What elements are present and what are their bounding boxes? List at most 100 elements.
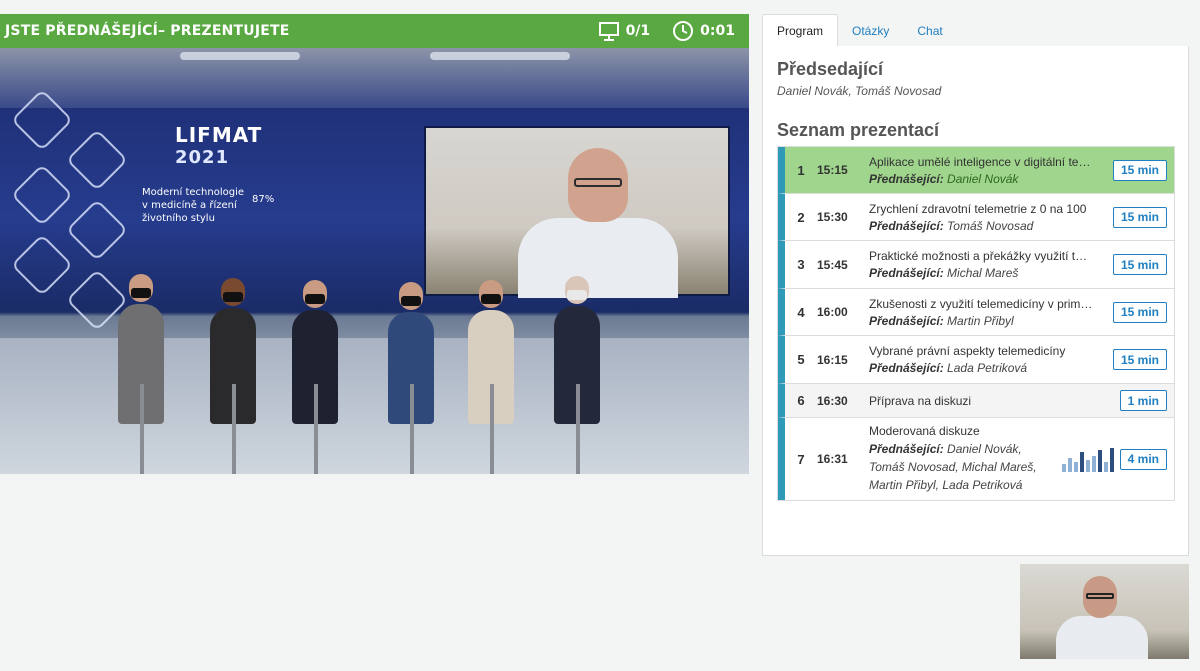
self-shirt <box>1056 616 1148 659</box>
stage-percent: 87% <box>252 194 275 205</box>
speaker-glasses <box>574 178 622 187</box>
presentation-speakers: Přednášející: Martin Přibyl <box>869 314 1105 328</box>
elapsed-time-value: 0:01 <box>700 23 735 39</box>
presentation-speakers: Přednášející: Daniel Novák, Tomáš Novosa… <box>869 440 1049 494</box>
presentation-speakers: Přednášející: Tomáš Novosad <box>869 219 1105 233</box>
speaker-names: Daniel Novák <box>947 171 1019 186</box>
presentation-title: Aplikace umělé inteligence v digitální t… <box>869 154 1093 169</box>
presentation-row[interactable]: 3 15:45 Praktické možnosti a překážky vy… <box>778 241 1174 289</box>
presentation-number: 6 <box>797 393 805 408</box>
speaker-names: Lada Petriková <box>947 361 1028 375</box>
presentation-row[interactable]: 5 16:15 Vybrané právní aspekty telemedic… <box>778 336 1174 384</box>
speaker-label: Přednášející: <box>869 361 944 375</box>
presentation-row[interactable]: 4 16:00 Zkušenosti z využití telemedicín… <box>778 289 1174 336</box>
presentation-info: Příprava na diskuzi <box>869 389 1112 413</box>
elapsed-timer: 0:01 <box>672 20 735 42</box>
presentation-title: Zkušenosti z využití telemedicíny v prim… <box>869 296 1093 311</box>
self-glasses <box>1086 593 1114 599</box>
presentation-title: Moderovaná diskuze <box>869 424 980 438</box>
presentation-time: 16:31 <box>817 452 848 466</box>
presentation-time: 16:15 <box>817 352 848 367</box>
presentations-heading: Seznam prezentací <box>777 120 940 140</box>
presentation-info: Vybrané právní aspekty telemedicíny Před… <box>869 339 1105 380</box>
presentation-speakers: Přednášející: Daniel Novák <box>869 172 1105 186</box>
molecule-hex-icon <box>65 198 129 262</box>
microscope-hex-icon <box>10 163 74 227</box>
presentation-time: 15:45 <box>817 257 848 272</box>
remote-speaker-screen <box>424 126 730 298</box>
presentation-info: Aplikace umělé inteligence v digitální t… <box>869 150 1105 191</box>
presentation-title: Zrychlení zdravotní telemetrie z 0 na 10… <box>869 201 1087 216</box>
presentation-list: 1 15:15 Aplikace umělé inteligence v dig… <box>777 146 1175 501</box>
presentation-number: 3 <box>797 257 805 272</box>
duration-badge: 1 min <box>1119 390 1167 411</box>
studio-ceiling <box>0 48 749 108</box>
presentation-row[interactable]: 6 16:30 Příprava na diskuzi 1 min <box>778 384 1174 418</box>
slide-counter-value: 0/1 <box>625 23 651 39</box>
presentation-title: Vybrané právní aspekty telemedicíny <box>869 344 1066 358</box>
tab-program[interactable]: Program <box>762 14 839 48</box>
presentation-number: 5 <box>797 352 805 367</box>
presentation-time: 15:15 <box>817 163 848 177</box>
duration-badge: 15 min <box>1112 254 1167 275</box>
chair-heading: Předsedající <box>777 59 884 79</box>
poll-chart-icon[interactable] <box>1062 448 1114 472</box>
chair-names: Daniel Novák, Tomáš Novosad <box>777 84 942 98</box>
program-panel: Předsedající Daniel Novák, Tomáš Novosad… <box>762 46 1189 556</box>
speaker-label: Přednášející: <box>869 313 944 328</box>
presentation-number: 2 <box>797 209 805 225</box>
stool <box>232 384 236 474</box>
speaker-label: Přednášející: <box>869 266 944 280</box>
stool <box>314 384 318 474</box>
presentation-title: Příprava na diskuzi <box>869 393 972 408</box>
main-video-stream[interactable]: LIFMAT 2021 Moderní technologie v medicí… <box>0 48 749 474</box>
presentation-info: Zkušenosti z využití telemedicíny v prim… <box>869 292 1105 333</box>
ceiling-light <box>430 52 570 60</box>
presentation-number: 4 <box>797 304 805 320</box>
studio-floor <box>0 338 749 474</box>
presentation-time: 16:00 <box>817 305 848 319</box>
stool <box>140 384 144 474</box>
speaker-label: Přednášející: <box>869 442 944 456</box>
event-slogan: Moderní technologie v medicíně a řízení … <box>142 187 245 224</box>
presentation-info: Praktické možnosti a překážky využití te… <box>869 244 1105 285</box>
presentation-row[interactable]: 2 15:30 Zrychlení zdravotní telemetrie z… <box>778 194 1174 241</box>
speaker-names: Tomáš Novosad <box>947 218 1034 233</box>
stool <box>490 384 494 474</box>
speaker-label: Přednášející: <box>869 171 944 186</box>
event-logo: LIFMAT 2021 <box>175 123 262 168</box>
presentation-title: Praktické možnosti a překážky využití te… <box>869 249 1093 263</box>
presentation-screen-icon <box>598 22 619 41</box>
speaker-names: Michal Mareš <box>947 266 1019 280</box>
presentation-time: 16:30 <box>817 393 848 408</box>
tab-questions[interactable]: Otázky <box>838 14 903 47</box>
presentation-speakers: Přednášející: Michal Mareš <box>869 266 1105 280</box>
presentation-info: Zrychlení zdravotní telemetrie z 0 na 10… <box>869 197 1105 238</box>
presenter-status-text: JSTE PŘEDNÁŠEJÍCÍ– PREZENTUJETE <box>5 23 290 39</box>
stool <box>576 384 580 474</box>
duration-badge: 15 min <box>1112 301 1167 323</box>
slide-counter: 0/1 <box>598 21 651 41</box>
speaker-names: Martin Přibyl <box>947 313 1014 328</box>
presentation-row[interactable]: 7 16:31 Moderovaná diskuze Přednášející:… <box>778 418 1174 500</box>
presentation-number: 7 <box>797 451 805 467</box>
presentation-speakers: Přednášející: Lada Petriková <box>869 361 1105 375</box>
duration-badge: 4 min <box>1119 448 1167 470</box>
ceiling-light <box>180 52 300 60</box>
stool <box>410 384 414 474</box>
presentation-time: 15:30 <box>817 210 848 224</box>
duration-badge: 15 min <box>1112 206 1167 228</box>
clock-icon <box>673 21 694 41</box>
speaker-shirt <box>518 218 678 298</box>
sidebar-tabs: Program Otázky Chat <box>762 14 1189 48</box>
presenter-status-bar: JSTE PŘEDNÁŠEJÍCÍ– PREZENTUJETE 0/1 0:01 <box>0 14 749 48</box>
event-logo-year: 2021 <box>175 147 230 168</box>
duration-badge: 15 min <box>1112 159 1167 181</box>
speaker-label: Přednášející: <box>869 218 944 233</box>
duration-badge: 15 min <box>1112 349 1167 370</box>
self-camera-preview[interactable] <box>1020 564 1189 659</box>
tab-chat[interactable]: Chat <box>903 14 956 47</box>
presentation-row[interactable]: 1 15:15 Aplikace umělé inteligence v dig… <box>778 147 1174 194</box>
heartbeat-hex-icon <box>65 128 129 192</box>
presentation-number: 1 <box>797 162 805 178</box>
